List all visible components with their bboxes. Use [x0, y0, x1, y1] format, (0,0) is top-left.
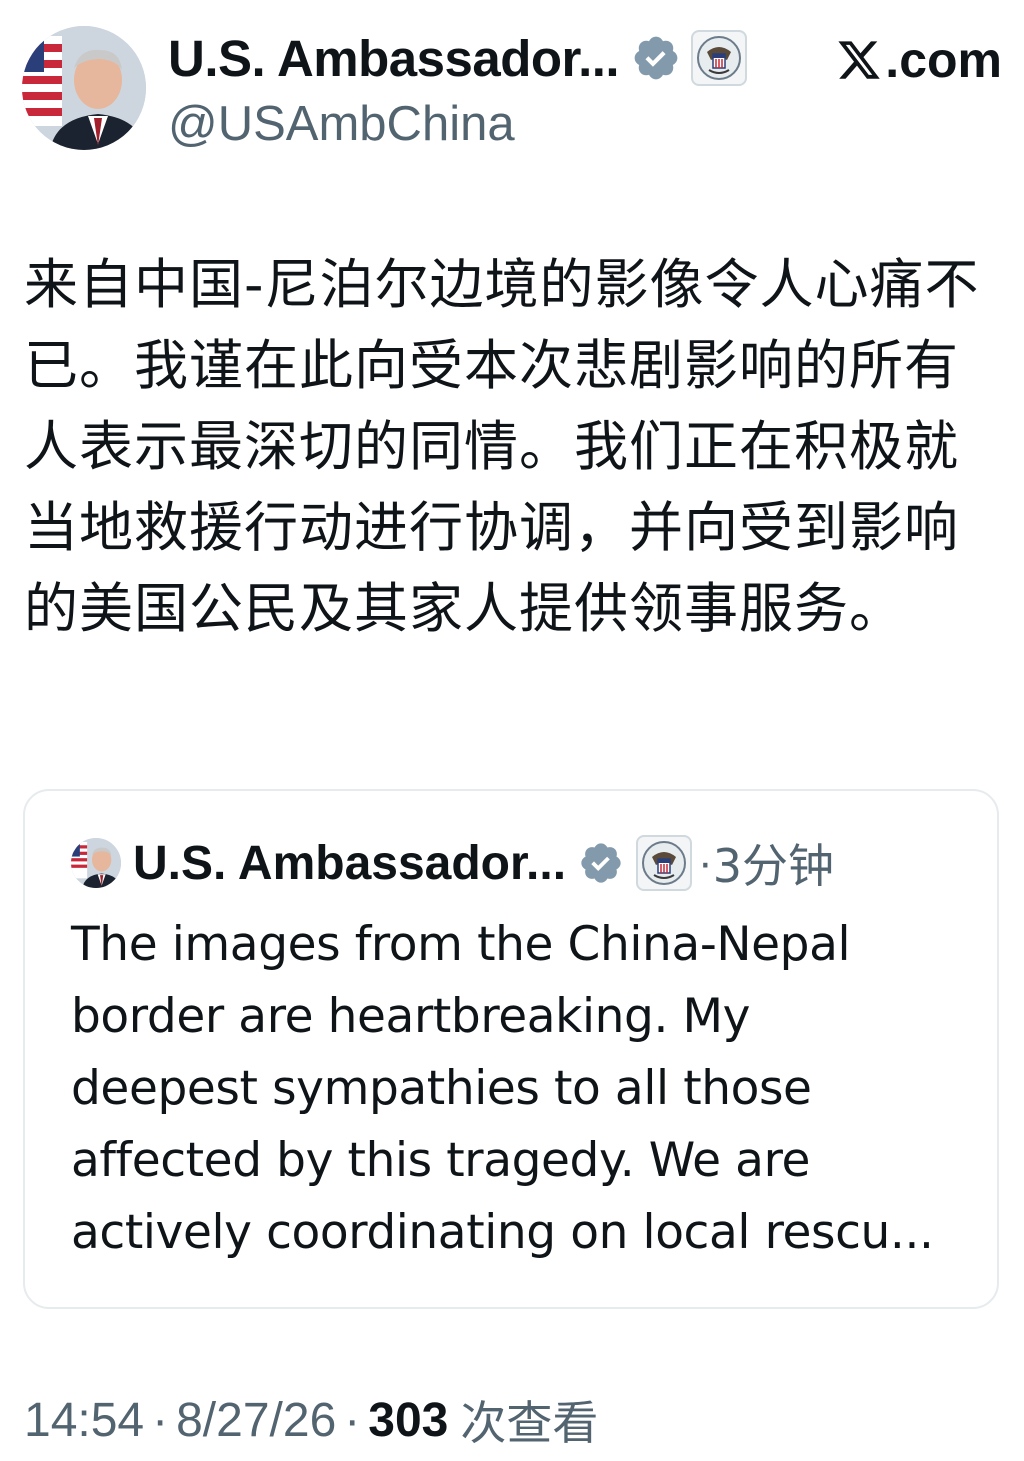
author-avatar[interactable] [22, 26, 146, 150]
meta-separator: · [152, 1393, 169, 1447]
verified-badge-icon [634, 36, 678, 80]
tweet-meta: 14:54 · 8/27/26 · 303 次查看 [24, 1390, 599, 1451]
author-handle[interactable]: @USAmbChina [168, 96, 515, 152]
tweet-date[interactable]: 8/27/26 [176, 1393, 336, 1448]
tweet-header: U.S. Ambassador... @USAmbChina .com [22, 26, 1002, 154]
quoted-tweet-text: The images from the China-Nepal border a… [71, 909, 971, 1269]
embassy-seal-icon [636, 835, 693, 891]
quoted-tweet-card[interactable]: U.S. Ambassador... · 3分钟 The images from… [23, 789, 999, 1309]
tweet-text: 来自中国-尼泊尔边境的影像令人心痛不已。我谨在此向受本次悲剧影响的所有人表示最深… [24, 253, 980, 640]
quoted-author-avatar [71, 838, 121, 888]
quoted-text-line: deepest sympathies to all those [71, 1061, 812, 1116]
verified-badge-icon [581, 843, 621, 883]
author-display-name[interactable]: U.S. Ambassador... [168, 29, 620, 88]
quoted-timestamp[interactable]: 3分钟 [713, 830, 834, 896]
quoted-text-line: actively coordinating on local rescu... [71, 1205, 934, 1260]
view-count-label: 次查看 [460, 1396, 599, 1450]
person-portrait-icon [71, 838, 121, 888]
source-domain: .com [835, 32, 1002, 88]
quoted-author-name: U.S. Ambassador... [133, 836, 567, 890]
source-domain-label: .com [885, 32, 1002, 88]
meta-separator: · [344, 1393, 361, 1447]
quoted-tweet-header: U.S. Ambassador... · 3分钟 [71, 833, 834, 893]
person-portrait-icon [22, 26, 146, 150]
embassy-seal-icon [691, 30, 748, 86]
x-logo-icon [838, 41, 881, 79]
quoted-separator: · [698, 838, 713, 887]
tweet-time[interactable]: 14:54 [24, 1393, 144, 1448]
quoted-text-line: affected by this tragedy. We are [71, 1133, 810, 1188]
author-name-line: U.S. Ambassador... [168, 28, 748, 88]
quoted-text-line: The images from the China-Nepal [71, 917, 851, 972]
view-count[interactable]: 303 [368, 1393, 448, 1448]
quoted-text-line: border are heartbreaking. My [71, 989, 751, 1044]
